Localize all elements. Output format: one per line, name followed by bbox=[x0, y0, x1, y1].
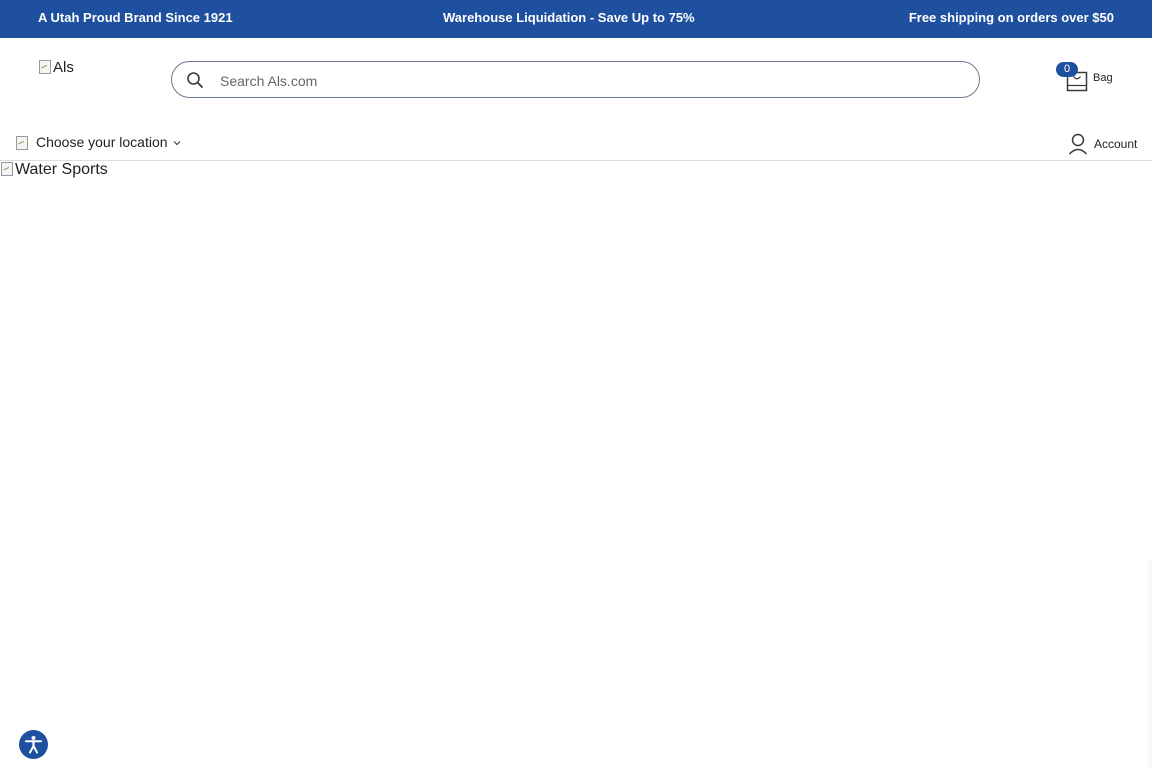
location-label: Choose your location bbox=[36, 134, 168, 150]
hero-banner[interactable]: Water Sports bbox=[0, 161, 1152, 768]
logo-alt-text: Als bbox=[53, 59, 74, 76]
accessibility-icon bbox=[25, 736, 42, 754]
scroll-shadow bbox=[1146, 560, 1152, 768]
site-logo[interactable]: Als bbox=[38, 59, 148, 99]
location-selector[interactable]: Choose your location bbox=[15, 134, 181, 152]
chevron-down-icon bbox=[173, 141, 180, 146]
promo-text-left: A Utah Proud Brand Since 1921 bbox=[38, 10, 233, 25]
search-bar[interactable] bbox=[171, 61, 980, 99]
location-image-icon bbox=[15, 135, 29, 151]
promo-text-center[interactable]: Warehouse Liquidation - Save Up to 75% bbox=[443, 10, 695, 25]
bag-count-badge: 0 bbox=[1056, 62, 1078, 77]
promo-bar: A Utah Proud Brand Since 1921 Warehouse … bbox=[0, 0, 1152, 38]
search-input[interactable] bbox=[218, 62, 962, 99]
bag-label: Bag bbox=[1093, 72, 1113, 84]
hero-image-alt: Water Sports bbox=[15, 161, 108, 178]
user-icon bbox=[1068, 133, 1088, 155]
accessibility-button[interactable] bbox=[19, 730, 48, 759]
bag-button[interactable]: 0 Bag bbox=[1056, 61, 1126, 95]
broken-image-icon bbox=[0, 161, 14, 177]
account-label: Account bbox=[1094, 137, 1138, 151]
promo-text-right[interactable]: Free shipping on orders over $50 bbox=[909, 10, 1114, 25]
broken-image-icon bbox=[38, 59, 52, 75]
search-icon[interactable] bbox=[186, 71, 204, 89]
